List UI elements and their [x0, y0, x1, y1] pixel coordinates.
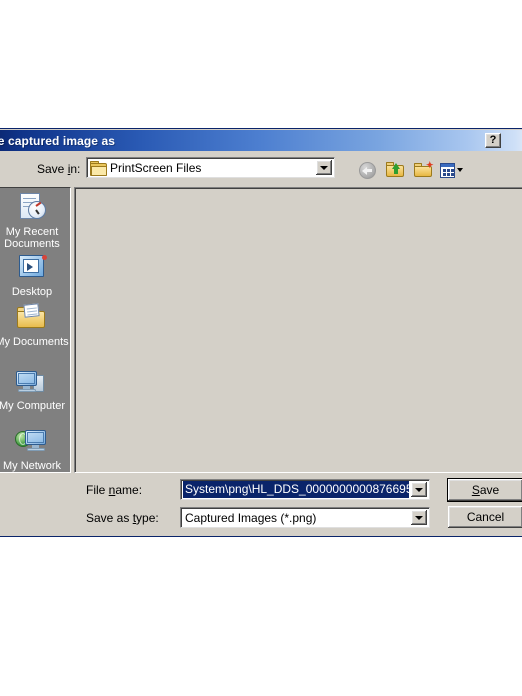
dialog-titlebar[interactable]: ve captured image as ? — [0, 130, 522, 151]
places-bar: My Recent Documents Desktop My Documents — [0, 187, 71, 473]
save-as-type-dropdown-button[interactable] — [411, 510, 427, 525]
place-label: My Computer — [0, 400, 66, 412]
views-button[interactable] — [440, 159, 463, 181]
place-label: My Recent Documents — [4, 226, 60, 250]
help-button[interactable]: ? — [485, 133, 501, 148]
create-new-folder-button[interactable]: ✦ — [412, 159, 435, 181]
place-label: My Network Places — [2, 460, 62, 472]
folder-icon — [90, 160, 107, 176]
place-desktop[interactable]: Desktop — [0, 252, 70, 298]
dialog-toolbar: ✦ — [356, 158, 463, 182]
chevron-down-icon — [320, 165, 328, 170]
save-in-row: Save in: PrintScreen Files ✦ — [0, 155, 522, 185]
my-documents-icon — [15, 302, 49, 334]
file-name-combobox[interactable]: System\png\HL_DDS_0000000000876695.png — [180, 479, 430, 500]
save-in-value: PrintScreen Files — [110, 160, 202, 175]
create-new-folder-icon: ✦ — [414, 160, 434, 179]
back-icon — [359, 161, 376, 179]
views-chevron-down-icon — [457, 168, 463, 172]
up-one-level-button[interactable] — [384, 159, 407, 181]
chevron-down-icon — [415, 487, 423, 492]
my-network-places-icon — [15, 426, 49, 458]
place-my-network-places[interactable]: My Network Places — [0, 426, 70, 472]
save-button[interactable]: Save — [447, 478, 522, 502]
save-as-type-label: Save as type: — [86, 511, 159, 525]
up-one-level-icon — [386, 161, 405, 179]
dialog-title: ve captured image as — [0, 133, 116, 148]
file-name-dropdown-button[interactable] — [411, 482, 427, 497]
save-in-combobox[interactable]: PrintScreen Files — [86, 157, 335, 178]
save-as-type-combobox[interactable]: Captured Images (*.png) — [180, 507, 430, 528]
place-label: My Documents — [0, 336, 69, 348]
place-label: Desktop — [11, 286, 53, 298]
place-my-documents[interactable]: My Documents — [0, 302, 70, 348]
save-as-type-value: Captured Images (*.png) — [185, 510, 317, 525]
save-in-label: Save in: — [37, 162, 81, 176]
file-list-view[interactable] — [74, 187, 522, 473]
back-button[interactable] — [356, 159, 379, 181]
recent-documents-icon — [15, 192, 49, 224]
save-in-dropdown-button[interactable] — [316, 160, 332, 175]
page-root: ve captured image as ? Save in: PrintScr… — [0, 0, 522, 696]
place-my-recent-documents[interactable]: My Recent Documents — [0, 192, 70, 250]
place-my-computer[interactable]: My Computer — [0, 366, 70, 412]
file-name-input[interactable]: System\png\HL_DDS_0000000000876695.png — [183, 481, 409, 498]
views-icon — [440, 162, 455, 178]
chevron-down-icon — [415, 515, 423, 520]
my-computer-icon — [15, 366, 49, 398]
cancel-button[interactable]: Cancel — [448, 506, 522, 528]
save-dialog: ve captured image as ? Save in: PrintScr… — [0, 128, 522, 537]
desktop-icon — [15, 252, 49, 284]
file-name-label: File name: — [86, 483, 143, 497]
